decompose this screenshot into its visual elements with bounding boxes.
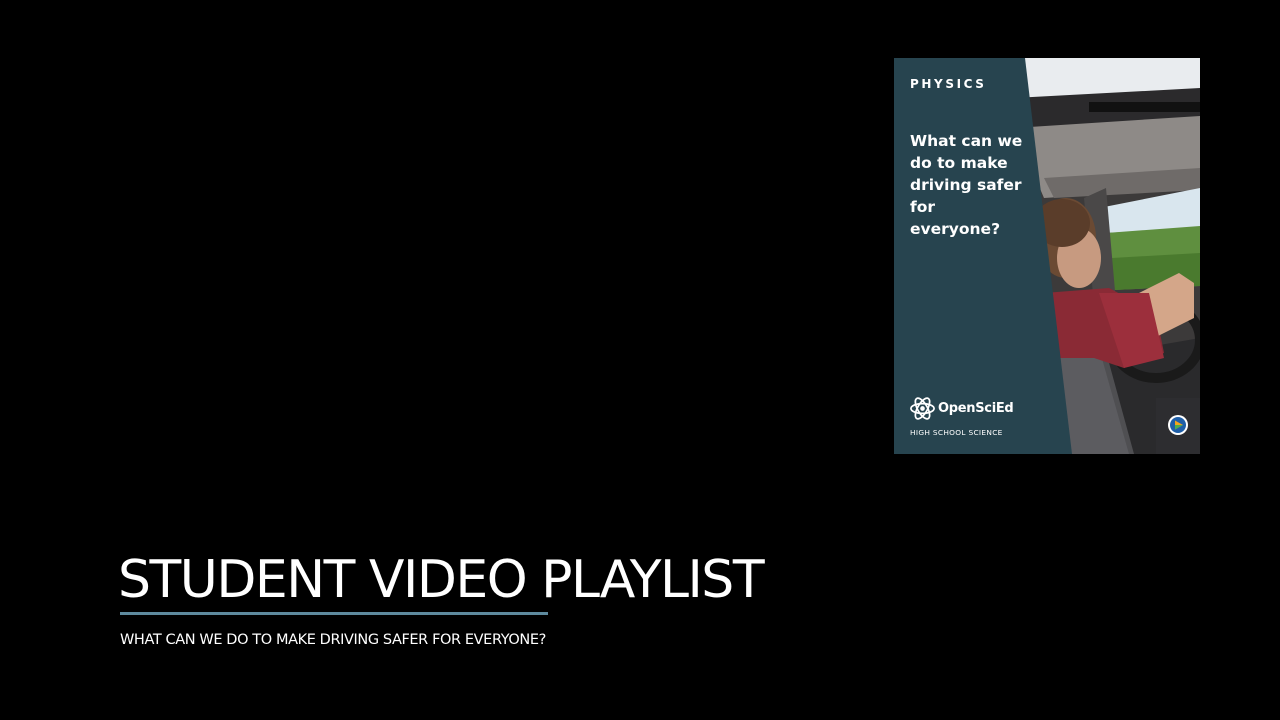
unit-cover-card: PHYSICS What can we do to make driving s…	[894, 58, 1200, 454]
slide-subtitle: WHAT CAN WE DO TO MAKE DRIVING SAFER FOR…	[120, 632, 546, 648]
cover-question: What can we do to make driving safer for…	[910, 132, 1023, 238]
brand-name: OpenSciEd	[938, 401, 1014, 416]
brand-subtitle: HIGH SCHOOL SCIENCE	[910, 428, 1003, 437]
subject-label: PHYSICS	[910, 77, 987, 91]
slide: PHYSICS What can we do to make driving s…	[0, 0, 1280, 720]
play-badge-icon	[1168, 415, 1188, 435]
slide-title: STUDENT VIDEO PLAYLIST	[118, 550, 765, 610]
title-underline	[120, 612, 548, 615]
atom-icon	[910, 397, 935, 420]
brand-logo: OpenSciEd	[909, 395, 1014, 422]
